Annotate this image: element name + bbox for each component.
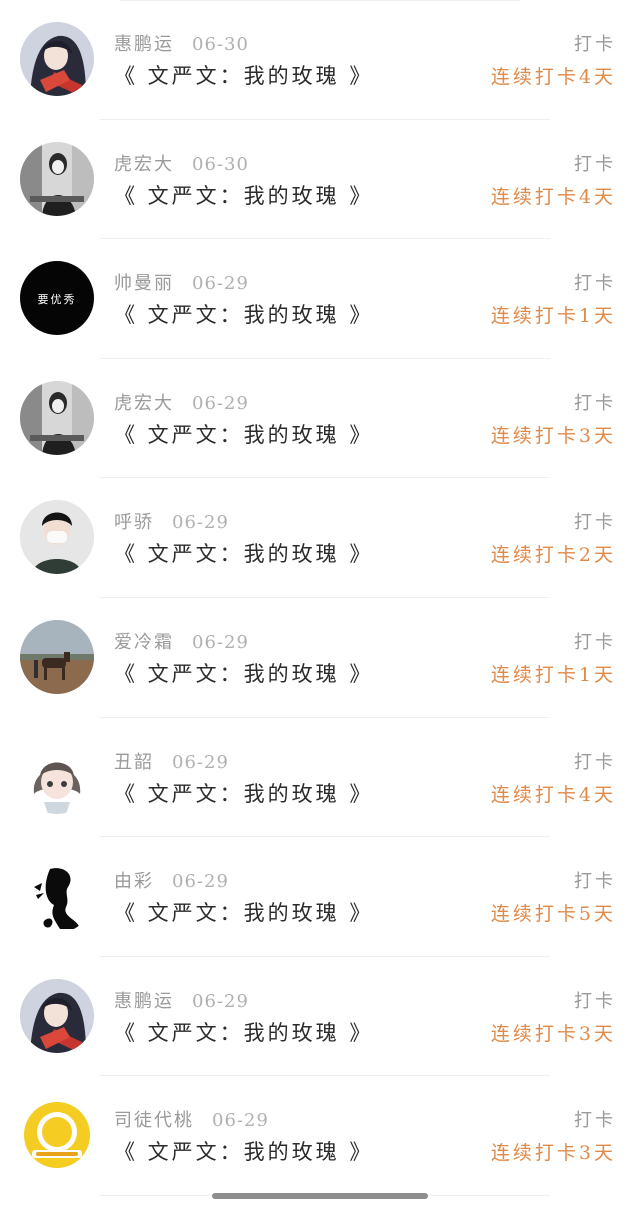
- masked-boy-avatar[interactable]: [20, 500, 94, 575]
- checkin-date: 06-29: [192, 392, 249, 414]
- user-name[interactable]: 虎宏大: [114, 154, 174, 175]
- streak-label: 连续打卡1天: [490, 663, 616, 686]
- checkin-kind-label: 打卡: [574, 751, 616, 773]
- streak-label: 连续打卡5天: [490, 903, 616, 926]
- checkin-kind-label: 打卡: [574, 392, 616, 414]
- checkin-date: 06-29: [172, 751, 229, 773]
- checkin-date: 06-29: [172, 512, 229, 534]
- user-name[interactable]: 虎宏大: [114, 393, 174, 414]
- anime-girl-red-avatar[interactable]: [20, 22, 94, 96]
- checkin-date: 06-29: [212, 1110, 269, 1132]
- checkin-kind-label: 打卡: [574, 512, 616, 534]
- user-name[interactable]: 惠鹏运: [114, 34, 174, 55]
- meta-line: 丑韶 06-29: [114, 748, 229, 774]
- meta-line: 爱冷霜 06-29: [114, 628, 249, 654]
- user-name[interactable]: 帅曼丽: [114, 273, 174, 294]
- checkin-kind-label: 打卡: [574, 1110, 616, 1132]
- checkin-title[interactable]: 《 文严文：我的玫瑰 》: [114, 1017, 373, 1047]
- checkin-kind-label: 打卡: [574, 34, 616, 55]
- horse-landscape-avatar[interactable]: [20, 619, 94, 694]
- user-name[interactable]: 惠鹏运: [114, 991, 174, 1012]
- yellow-badge-avatar[interactable]: [20, 1098, 94, 1173]
- user-name[interactable]: 由彩: [114, 871, 154, 892]
- meta-line: 帅曼丽 06-29: [114, 269, 249, 295]
- streak-label: 连续打卡1天: [490, 305, 616, 328]
- streak-label: 连续打卡4天: [490, 66, 616, 88]
- checkin-title[interactable]: 《 文严文：我的玫瑰 》: [114, 60, 373, 90]
- checkin-date: 06-29: [172, 871, 229, 893]
- checkin-title[interactable]: 《 文严文：我的玫瑰 》: [114, 299, 373, 329]
- checkin-date: 06-30: [192, 34, 249, 55]
- checkin-kind-label: 打卡: [574, 631, 616, 653]
- streak-label: 连续打卡2天: [490, 544, 616, 567]
- checkin-title[interactable]: 《 文严文：我的玫瑰 》: [114, 778, 373, 808]
- streak-label: 连续打卡3天: [490, 424, 616, 447]
- checkin-kind-label: 打卡: [574, 871, 616, 893]
- checkin-list-item[interactable]: 虎宏大 06-29 《 文严文：我的玫瑰 》 打卡 连续打卡3天: [0, 359, 640, 479]
- checkin-list-item[interactable]: 要优秀 帅曼丽 06-29 《 文严文：我的玫瑰 》 打卡 连续打卡1天: [0, 239, 640, 359]
- checkin-title[interactable]: 《 文严文：我的玫瑰 》: [114, 658, 373, 688]
- anime-girl-red-avatar[interactable]: [20, 978, 94, 1053]
- checkin-list-item[interactable]: 虎宏大 06-30 《 文严文：我的玫瑰 》 打卡 连续打卡4天: [0, 120, 640, 240]
- checkin-list-item[interactable]: 由彩 06-29 《 文严文：我的玫瑰 》 打卡 连续打卡5天: [0, 837, 640, 957]
- checkin-kind-label: 打卡: [574, 153, 616, 175]
- checkin-date: 06-29: [192, 273, 249, 295]
- user-name[interactable]: 司徒代桃: [114, 1110, 194, 1131]
- checkin-date: 06-29: [192, 631, 249, 653]
- checkin-list-item[interactable]: 惠鹏运 06-30 《 文严文：我的玫瑰 》 打卡 连续打卡4天: [0, 0, 640, 120]
- checkin-list[interactable]: 惠鹏运 06-30 《 文严文：我的玫瑰 》 打卡 连续打卡4天 虎宏大 06-30…: [0, 0, 640, 1196]
- silhouette-girl-avatar[interactable]: [20, 859, 94, 934]
- checkin-list-screen: 惠鹏运 06-30 《 文严文：我的玫瑰 》 打卡 连续打卡4天 虎宏大 06-30…: [0, 0, 640, 1212]
- checkin-date: 06-29: [192, 990, 249, 1012]
- meta-line: 惠鹏运 06-30: [114, 30, 249, 56]
- checkin-title[interactable]: 《 文严文：我的玫瑰 》: [114, 538, 373, 568]
- checkin-list-item[interactable]: 爱冷霜 06-29 《 文严文：我的玫瑰 》 打卡 连续打卡1天: [0, 598, 640, 718]
- user-name[interactable]: 爱冷霜: [114, 632, 174, 653]
- user-name[interactable]: 呼骄: [114, 512, 154, 533]
- streak-label: 连续打卡4天: [490, 783, 616, 806]
- checkin-kind-label: 打卡: [574, 273, 616, 295]
- user-name[interactable]: 丑韶: [114, 752, 154, 773]
- streak-label: 连续打卡3天: [490, 1142, 616, 1165]
- checkin-title[interactable]: 《 文严文：我的玫瑰 》: [114, 419, 373, 449]
- checkin-date: 06-30: [192, 153, 249, 175]
- meta-line: 司徒代桃 06-29: [114, 1106, 269, 1132]
- avatar-logo-text: 要优秀: [38, 293, 77, 306]
- meta-line: 惠鹏运 06-29: [114, 987, 249, 1013]
- meta-line: 由彩 06-29: [114, 867, 229, 893]
- bw-woman-photo-avatar[interactable]: [20, 141, 94, 216]
- checkin-title[interactable]: 《 文严文：我的玫瑰 》: [114, 897, 373, 927]
- meta-line: 呼骄 06-29: [114, 508, 229, 534]
- checkin-title[interactable]: 《 文严文：我的玫瑰 》: [114, 180, 373, 210]
- meta-line: 虎宏大 06-30: [114, 150, 249, 176]
- checkin-list-item[interactable]: 丑韶 06-29 《 文严文：我的玫瑰 》 打卡 连续打卡4天: [0, 718, 640, 838]
- checkin-list-item[interactable]: 惠鹏运 06-29 《 文严文：我的玫瑰 》 打卡 连续打卡3天: [0, 957, 640, 1077]
- black-logo-avatar[interactable]: 要优秀: [20, 261, 94, 336]
- checkin-title[interactable]: 《 文严文：我的玫瑰 》: [114, 1136, 373, 1166]
- bw-woman-photo-avatar[interactable]: [20, 380, 94, 455]
- meta-line: 虎宏大 06-29: [114, 389, 249, 415]
- home-indicator[interactable]: [212, 1193, 428, 1199]
- streak-label: 连续打卡4天: [490, 185, 616, 208]
- checkin-list-item[interactable]: 呼骄 06-29 《 文严文：我的玫瑰 》 打卡 连续打卡2天: [0, 478, 640, 598]
- checkin-kind-label: 打卡: [574, 990, 616, 1012]
- checkin-list-item[interactable]: 司徒代桃 06-29 《 文严文：我的玫瑰 》 打卡 连续打卡3天: [0, 1076, 640, 1196]
- anime-chibi-girl-avatar[interactable]: [20, 739, 94, 814]
- streak-label: 连续打卡3天: [490, 1022, 616, 1045]
